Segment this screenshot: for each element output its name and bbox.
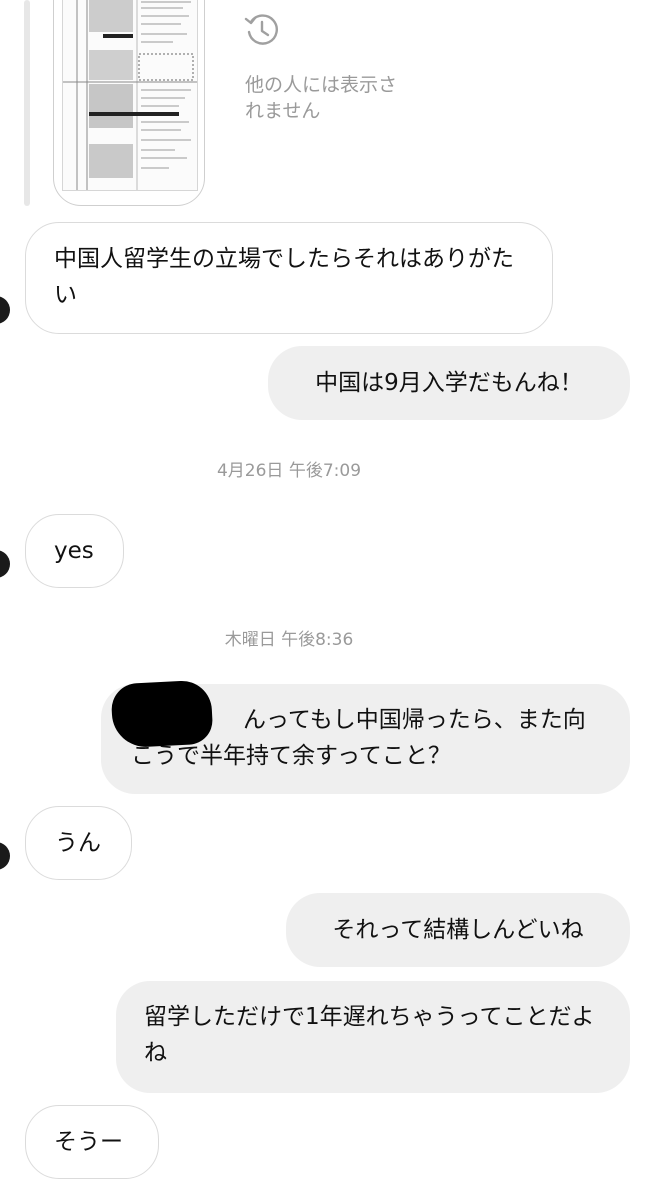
message-received[interactable]: yes — [25, 514, 124, 588]
shared-image-thumbnail[interactable] — [53, 0, 205, 206]
message-text: yes — [54, 538, 94, 564]
document-preview — [62, 0, 198, 191]
visibility-note: 他の人には表示されません — [245, 74, 398, 122]
message-received[interactable]: うん — [25, 806, 132, 880]
message-sent[interactable]: 中国は9月入学だもんね！ — [268, 346, 630, 420]
message-timestamp: 木曜日 午後8:36 — [224, 630, 354, 650]
message-received[interactable]: 中国人留学生の立場でしたらそれはありがたい — [25, 222, 553, 334]
message-text: そうー — [54, 1129, 123, 1155]
reply-quote-bar — [24, 0, 30, 206]
message-text: 中国は9月入学だもんね！ — [315, 370, 583, 396]
history-icon — [244, 14, 278, 45]
message-text: それって結構しんどいね — [332, 917, 584, 943]
message-sent[interactable]: 留学しただけで1年遅れちゃうってことだよね — [116, 981, 630, 1093]
message-text: 中国人留学生の立場でしたらそれはありがたい — [54, 246, 514, 308]
sender-avatar[interactable] — [0, 296, 10, 324]
message-text: うん — [55, 830, 101, 856]
message-text: 留学しただけで1年遅れちゃうってことだよね — [144, 1004, 595, 1066]
message-received[interactable]: そうー — [25, 1105, 159, 1179]
document-table-graphic — [63, 0, 197, 190]
redaction-mark — [110, 679, 214, 749]
sender-avatar[interactable] — [0, 842, 10, 870]
sender-avatar[interactable] — [0, 550, 10, 578]
message-sent[interactable]: それって結構しんどいね — [286, 893, 630, 967]
message-timestamp: 4月26日 午後7:09 — [216, 461, 362, 481]
